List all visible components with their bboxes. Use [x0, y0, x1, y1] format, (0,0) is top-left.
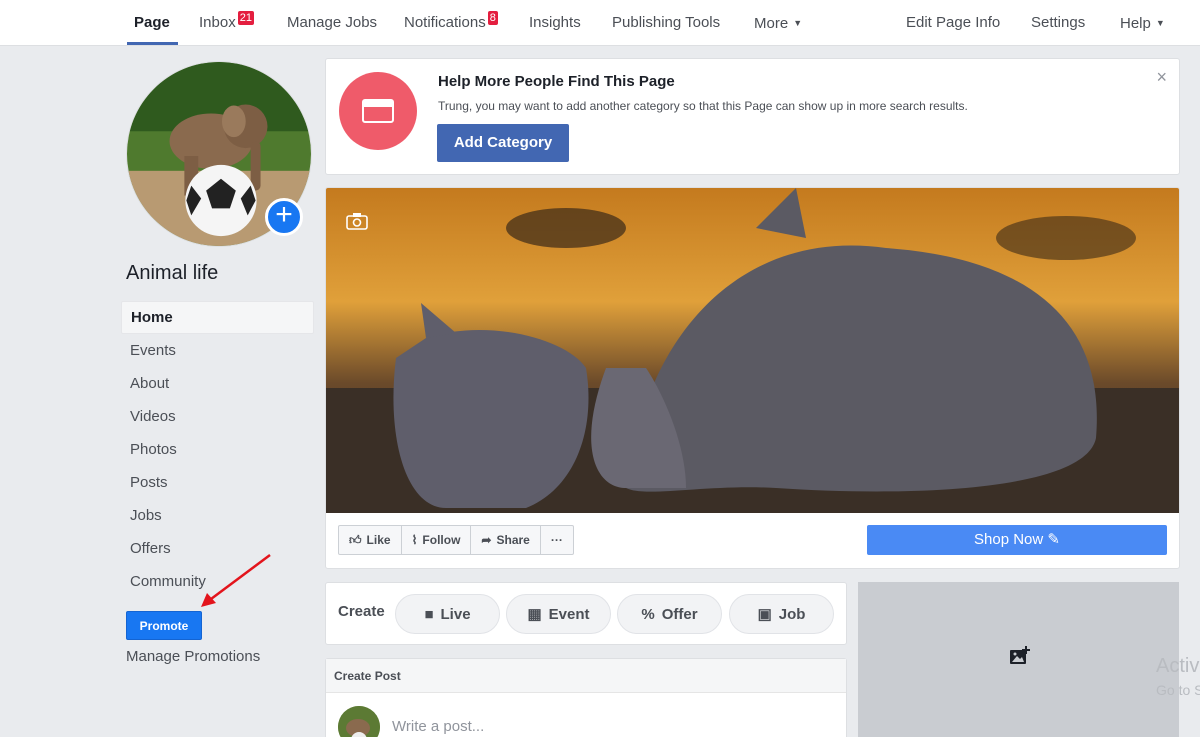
- top-navigation: Page Inbox 21 Manage Jobs Notifications 8 …: [0, 0, 1200, 46]
- close-icon[interactable]: ×: [1156, 67, 1167, 88]
- windows-activation-watermark: Activ: [1156, 655, 1200, 677]
- more-dots-icon: ···: [550, 533, 563, 547]
- tab-notifications[interactable]: Notifications 8: [404, 0, 498, 46]
- tab-label: Insights: [529, 14, 581, 31]
- action-label: Follow: [422, 533, 461, 547]
- sidebar-item-posts[interactable]: Posts: [121, 466, 314, 499]
- add-photo-button[interactable]: +: [265, 198, 303, 236]
- help-card-title: Help More People Find This Page: [438, 73, 675, 90]
- share-arrow-icon: ➦: [481, 533, 492, 547]
- tab-manage-jobs[interactable]: Manage Jobs: [287, 0, 377, 46]
- tab-label: Page: [134, 14, 170, 31]
- shop-now-label: Shop Now: [974, 531, 1044, 548]
- sidebar-item-events[interactable]: Events: [121, 334, 314, 367]
- tab-edit-page-info[interactable]: Edit Page Info: [906, 0, 1000, 46]
- help-card: Help More People Find This Page Trung, y…: [325, 58, 1180, 175]
- promote-button[interactable]: Promote: [126, 611, 202, 640]
- tab-inbox[interactable]: Inbox 21: [199, 0, 254, 46]
- page-action-bar: 👍︎ Like ⌇ Follow ➦ Share ···: [338, 525, 574, 555]
- tab-label: More: [754, 15, 789, 32]
- tab-label: Settings: [1031, 14, 1086, 31]
- pill-label: Event: [548, 605, 590, 623]
- create-post-box: Create Post Write a post...: [325, 658, 847, 737]
- caret-down-icon: ▼: [793, 18, 803, 28]
- help-card-description: Trung, you may want to add another categ…: [438, 99, 968, 113]
- sidebar-item-jobs[interactable]: Jobs: [121, 499, 314, 532]
- follow-button[interactable]: ⌇ Follow: [402, 526, 472, 554]
- tab-settings[interactable]: Settings: [1031, 0, 1085, 46]
- tag-icon: %: [641, 605, 655, 623]
- create-label: Create: [338, 603, 385, 620]
- calendar-icon: ▦: [527, 606, 542, 623]
- shop-now-button[interactable]: Shop Now ✎: [867, 525, 1167, 555]
- tab-label: Manage Jobs: [287, 14, 378, 31]
- sidebar-item-home[interactable]: Home: [121, 301, 314, 334]
- tab-page[interactable]: Page: [127, 0, 178, 46]
- rhino-cover-photo[interactable]: [326, 188, 1179, 513]
- tab-label: Inbox: [199, 14, 236, 31]
- avatar: [338, 706, 380, 737]
- tab-label: Publishing Tools: [612, 14, 721, 31]
- rss-icon: ⌇: [411, 533, 418, 547]
- create-live-button[interactable]: ■ Live: [395, 594, 500, 634]
- create-job-button[interactable]: ▣ Job: [729, 594, 834, 634]
- post-composer-input[interactable]: Write a post...: [392, 718, 484, 735]
- tab-label: Help: [1120, 15, 1151, 32]
- sidebar-item-videos[interactable]: Videos: [121, 400, 314, 433]
- pencil-icon: ✎: [1047, 531, 1060, 548]
- action-label: Like: [366, 533, 391, 547]
- tab-label: Edit Page Info: [906, 14, 1001, 31]
- like-button[interactable]: 👍︎ Like: [339, 526, 402, 554]
- video-camera-icon: ■: [424, 605, 434, 623]
- pill-label: Live: [440, 605, 471, 623]
- notifications-count-badge: 8: [487, 11, 498, 25]
- create-post-header: Create Post: [326, 659, 846, 693]
- action-label: Share: [496, 533, 530, 547]
- caret-down-icon: ▼: [1155, 18, 1165, 28]
- add-category-button[interactable]: Add Category: [437, 124, 569, 162]
- windows-activation-subtext: Go to S: [1156, 682, 1200, 698]
- red-arrow-annotation: [201, 553, 271, 607]
- pill-label: Job: [778, 605, 806, 623]
- thumbs-up-icon: 👍︎: [349, 533, 362, 547]
- share-button[interactable]: ➦ Share: [471, 526, 541, 554]
- tab-publishing-tools[interactable]: Publishing Tools: [612, 0, 720, 46]
- create-bar: Create ■ Live ▦ Event % Offer ▣ Job: [325, 582, 847, 645]
- add-image-icon: [1010, 646, 1030, 664]
- create-offer-button[interactable]: % Offer: [617, 594, 722, 634]
- cover-section: 👍︎ Like ⌇ Follow ➦ Share ··· Shop Now ✎: [325, 187, 1180, 569]
- browser-window-icon: [339, 72, 417, 150]
- pill-label: Offer: [661, 605, 698, 623]
- more-options-button[interactable]: ···: [541, 526, 573, 554]
- media-placeholder[interactable]: [858, 582, 1179, 737]
- camera-icon[interactable]: [346, 212, 368, 230]
- page-title: Animal life: [126, 262, 219, 284]
- tab-label: Notifications: [404, 14, 486, 31]
- sidebar-item-about[interactable]: About: [121, 367, 314, 400]
- manage-promotions-link[interactable]: Manage Promotions: [126, 648, 260, 665]
- create-event-button[interactable]: ▦ Event: [506, 594, 611, 634]
- sidebar-item-photos[interactable]: Photos: [121, 433, 314, 466]
- tab-more[interactable]: More ▼: [754, 0, 802, 46]
- tab-insights[interactable]: Insights: [529, 0, 581, 46]
- tab-help[interactable]: Help ▼: [1120, 0, 1165, 46]
- inbox-count-badge: 21: [237, 11, 254, 25]
- briefcase-icon: ▣: [757, 606, 772, 623]
